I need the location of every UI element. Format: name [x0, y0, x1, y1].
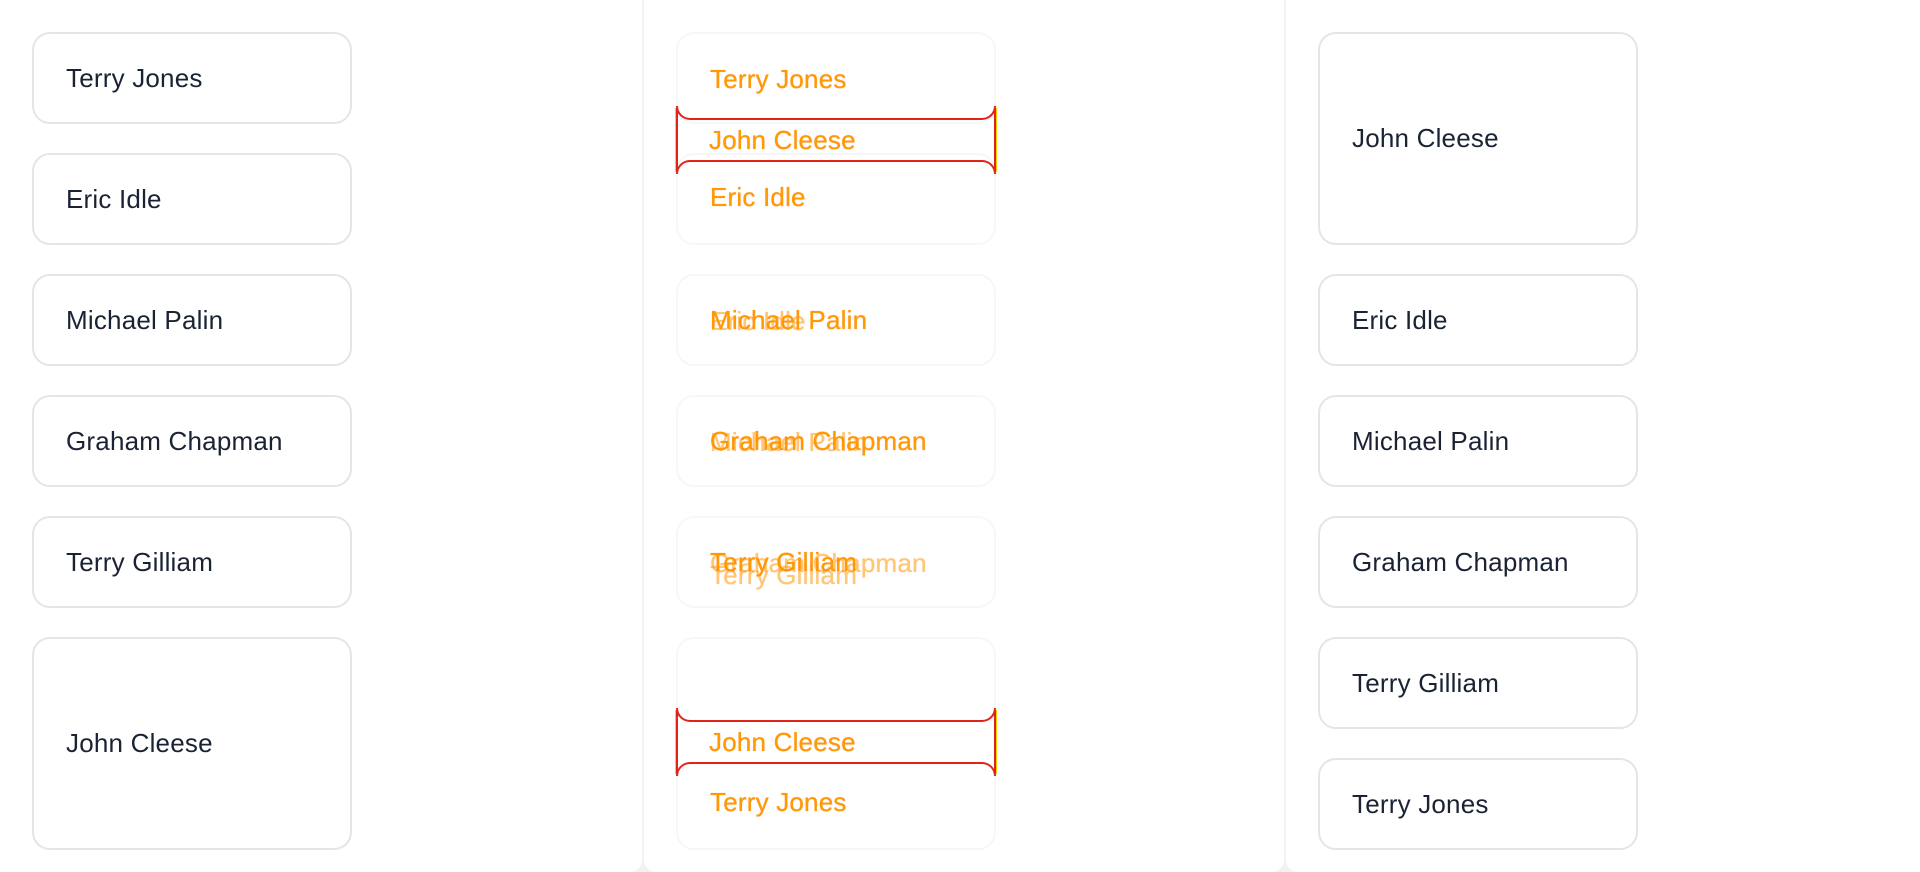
list-item[interactable]: Terry Gilliam — [1318, 637, 1638, 729]
moving-item-label: John Cleese — [709, 125, 856, 155]
ghost-item: Eric Idle — [676, 153, 996, 245]
list-item-label: Graham Chapman — [66, 425, 283, 456]
animation-frame: Terry Jones Eric Idle Michael Palin Grah… — [0, 0, 1920, 872]
ghost-item: Graham Chapman — [676, 395, 996, 487]
ghost-item-label: Terry Jones — [710, 64, 847, 94]
list-item-label: Eric Idle — [66, 183, 162, 214]
list-item[interactable]: Terry Jones — [32, 32, 352, 124]
list-item-expanded[interactable]: John Cleese — [32, 637, 352, 850]
list-item[interactable]: Terry Jones — [1318, 758, 1638, 850]
panel-original: Terry Jones Eric Idle Michael Palin Grah… — [0, 0, 642, 872]
list-item-label: Michael Palin — [1352, 425, 1510, 456]
ghost-item: Terry Gilliam — [676, 516, 996, 608]
list-item-label: Terry Gilliam — [66, 546, 214, 577]
ghost-item-label: Terry Jones — [710, 787, 847, 817]
list-item-label: Eric Idle — [1352, 304, 1448, 335]
panel-result: John Cleese Eric Idle Michael Palin Grah… — [1286, 0, 1920, 872]
list-item-label: Terry Jones — [66, 62, 203, 93]
list-item-label: Graham Chapman — [1352, 546, 1569, 577]
list-item-label: Michael Palin — [66, 304, 224, 335]
list-item-label: Terry Gilliam — [1352, 667, 1500, 698]
panel-transition: Terry Jones Eric Idle Michael Palin Grah… — [644, 0, 1284, 872]
list-item[interactable]: Eric Idle — [32, 153, 352, 245]
ghost-item-label: Terry Gilliam — [710, 546, 858, 577]
ghost-item-label: Graham Chapman — [710, 425, 927, 456]
ghost-item: Terry Jones — [676, 637, 996, 850]
ghost-item: Terry Jones — [676, 32, 996, 124]
list-item-expanded[interactable]: John Cleese — [1318, 32, 1638, 245]
list-item-label: John Cleese — [66, 728, 213, 758]
list-item-label: Terry Jones — [1352, 788, 1489, 819]
list-item[interactable]: Michael Palin — [32, 274, 352, 366]
list-item[interactable]: Graham Chapman — [32, 395, 352, 487]
ghost-item-label: Michael Palin — [710, 304, 868, 335]
list-item[interactable]: Eric Idle — [1318, 274, 1638, 366]
ghost-item: Michael Palin — [676, 274, 996, 366]
list-item[interactable]: Graham Chapman — [1318, 516, 1638, 608]
list-item[interactable]: Michael Palin — [1318, 395, 1638, 487]
ghost-item-label: Eric Idle — [710, 182, 806, 212]
list-item[interactable]: Terry Gilliam — [32, 516, 352, 608]
list-item-label: John Cleese — [1352, 123, 1499, 153]
